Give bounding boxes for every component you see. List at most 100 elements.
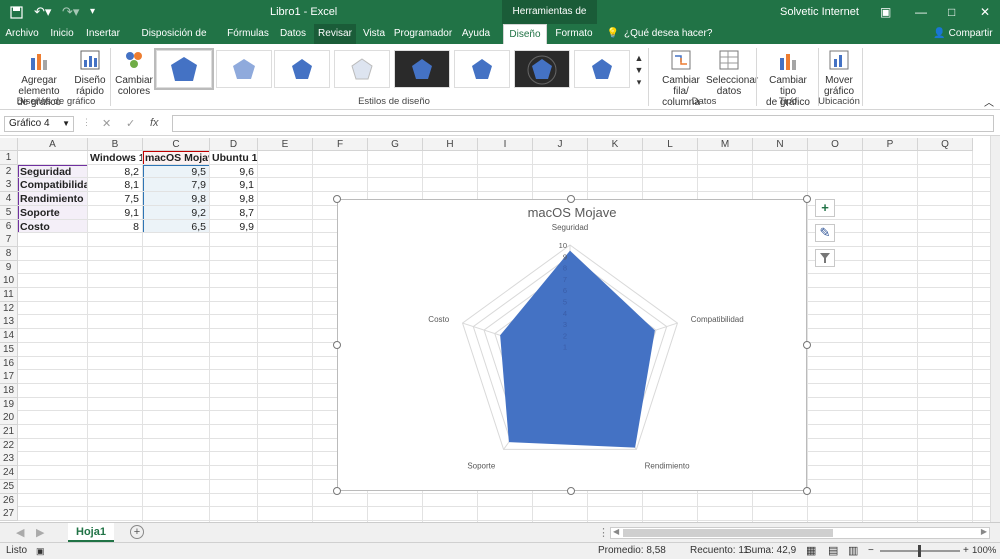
tab-revisar[interactable]: Revisar (314, 24, 356, 44)
chart-filters-button[interactable] (815, 249, 835, 267)
table-value-cell[interactable]: 9,8 (212, 192, 257, 206)
row-header-23[interactable]: 23 (0, 452, 18, 467)
column-header-h[interactable]: H (423, 138, 478, 151)
table-value-cell[interactable]: 9,1 (212, 178, 257, 192)
column-header-i[interactable]: I (478, 138, 533, 151)
column-header-d[interactable]: D (210, 138, 258, 151)
row-header-19[interactable]: 19 (0, 397, 18, 412)
chart-area[interactable]: 1 2 3 4 5 6 7 8 9 10 Seguridad Compatibilidad Rendim… (337, 199, 807, 491)
row-header-27[interactable]: 27 (0, 507, 18, 522)
chart-style-thumb-1[interactable] (154, 48, 214, 90)
row-header-12[interactable]: 12 (0, 301, 18, 316)
radar-series-area[interactable] (500, 250, 655, 448)
table-value-cell[interactable]: 9,9 (212, 220, 257, 234)
chart-style-thumb-4[interactable] (334, 50, 390, 88)
resize-handle[interactable] (803, 195, 811, 203)
add-sheet-icon[interactable]: + (130, 525, 144, 539)
scroll-thumb[interactable] (623, 529, 833, 537)
column-header-p[interactable]: P (863, 138, 918, 151)
column-header-e[interactable]: E (258, 138, 313, 151)
chart-style-thumb-5[interactable] (394, 50, 450, 88)
column-header-g[interactable]: G (368, 138, 423, 151)
cancel-icon[interactable]: ✕ (102, 117, 111, 130)
save-icon[interactable] (10, 0, 24, 24)
chart-title[interactable]: macOS Mojave (528, 205, 617, 220)
table-value-cell[interactable]: 9,6 (212, 165, 257, 179)
row-header-5[interactable]: 5 (0, 205, 18, 220)
column-header-n[interactable]: N (753, 138, 808, 151)
table-header-cell[interactable]: Ubuntu 19 (212, 151, 257, 165)
chart-style-thumb-3[interactable] (274, 50, 330, 88)
table-value-cell[interactable]: 8,1 (90, 178, 142, 192)
chart-elements-button[interactable]: + (815, 199, 835, 217)
select-data-button[interactable]: Seleccionar datos (706, 48, 758, 97)
horizontal-scrollbar[interactable]: ◀ ▶ (610, 527, 990, 539)
table-value-cell[interactable]: 7,5 (90, 192, 142, 206)
row-header-24[interactable]: 24 (0, 466, 18, 481)
table-value-cell[interactable]: 9,1 (90, 206, 142, 220)
column-header-l[interactable]: L (643, 138, 698, 151)
row-header-9[interactable]: 9 (0, 260, 18, 275)
column-header-j[interactable]: J (533, 138, 588, 151)
zoom-slider-thumb[interactable] (918, 545, 921, 557)
column-header-k[interactable]: K (588, 138, 643, 151)
row-header-16[interactable]: 16 (0, 356, 18, 371)
zoom-in-icon[interactable]: + (963, 543, 969, 559)
column-header-a[interactable]: A (18, 138, 88, 151)
chart-style-thumb-2[interactable] (216, 50, 272, 88)
tab-diseno[interactable]: Diseño (503, 24, 547, 44)
table-header-cell[interactable]: Windows 10 (90, 151, 142, 165)
next-sheet-icon[interactable]: ▶ (36, 526, 44, 539)
resize-handle[interactable] (567, 195, 575, 203)
row-header-4[interactable]: 4 (0, 192, 18, 207)
tab-formulas[interactable]: Fórmulas (224, 24, 272, 44)
user-name[interactable]: Solvetic Internet (780, 0, 859, 24)
row-header-8[interactable]: 8 (0, 246, 18, 261)
maximize-icon[interactable]: □ (948, 0, 955, 24)
enter-icon[interactable]: ✓ (126, 117, 135, 130)
chevron-down-icon[interactable]: ▼ (62, 117, 70, 131)
table-header-cell[interactable]: macOS Mojave (145, 151, 209, 165)
table-value-cell[interactable]: 7,9 (145, 178, 209, 192)
column-header-m[interactable]: M (698, 138, 753, 151)
row-header-1[interactable]: 1 (0, 151, 18, 165)
redo-icon[interactable]: ↷▾ (62, 0, 82, 24)
page-break-view-icon[interactable]: ▥ (848, 543, 858, 559)
resize-handle[interactable] (803, 341, 811, 349)
zoom-level[interactable]: 100% (972, 543, 996, 559)
share-button[interactable]: 👤 Compartir (930, 24, 996, 44)
zoom-slider[interactable] (880, 545, 960, 557)
tab-insertar[interactable]: Insertar (82, 24, 124, 44)
row-header-26[interactable]: 26 (0, 493, 18, 508)
row-header-18[interactable]: 18 (0, 383, 18, 398)
row-header-25[interactable]: 25 (0, 479, 18, 494)
table-value-cell[interactable]: 8,2 (90, 165, 142, 179)
tab-split-handle[interactable]: ⋮ (598, 526, 609, 539)
chart-style-thumb-7[interactable] (514, 50, 570, 88)
chart-style-thumb-6[interactable] (454, 50, 510, 88)
tell-me-input[interactable]: ¿Qué desea hacer? (624, 24, 714, 44)
styles-scroll-button[interactable]: ▲ ▼ ▾ (634, 52, 644, 88)
normal-view-icon[interactable]: ▦ (806, 543, 816, 559)
macro-record-icon[interactable]: ▣ (36, 543, 45, 559)
vertical-scrollbar[interactable] (990, 136, 1000, 522)
table-value-cell[interactable]: 6,5 (145, 220, 209, 234)
row-header-7[interactable]: 7 (0, 233, 18, 248)
table-value-cell[interactable]: 8 (90, 220, 142, 234)
row-header-11[interactable]: 11 (0, 288, 18, 302)
table-value-cell[interactable]: 9,2 (145, 206, 209, 220)
page-layout-view-icon[interactable]: ▤ (828, 543, 838, 559)
tab-disposicion[interactable]: Disposición de página (126, 24, 222, 59)
sheet-tab-hoja1[interactable]: Hoja1 (68, 523, 114, 542)
column-header-b[interactable]: B (88, 138, 143, 151)
close-icon[interactable]: ✕ (980, 0, 990, 24)
tab-archivo[interactable]: Archivo (2, 24, 42, 44)
table-value-cell[interactable]: 8,7 (212, 206, 257, 220)
zoom-out-icon[interactable]: − (868, 543, 874, 559)
radar-chart[interactable]: 1 2 3 4 5 6 7 8 9 10 Seguridad Compatibilidad Rendim… (338, 200, 806, 490)
row-header-10[interactable]: 10 (0, 274, 18, 289)
column-header-o[interactable]: O (808, 138, 863, 151)
row-header-13[interactable]: 13 (0, 315, 18, 330)
resize-handle[interactable] (803, 487, 811, 495)
prev-sheet-icon[interactable]: ◀ (16, 526, 24, 539)
